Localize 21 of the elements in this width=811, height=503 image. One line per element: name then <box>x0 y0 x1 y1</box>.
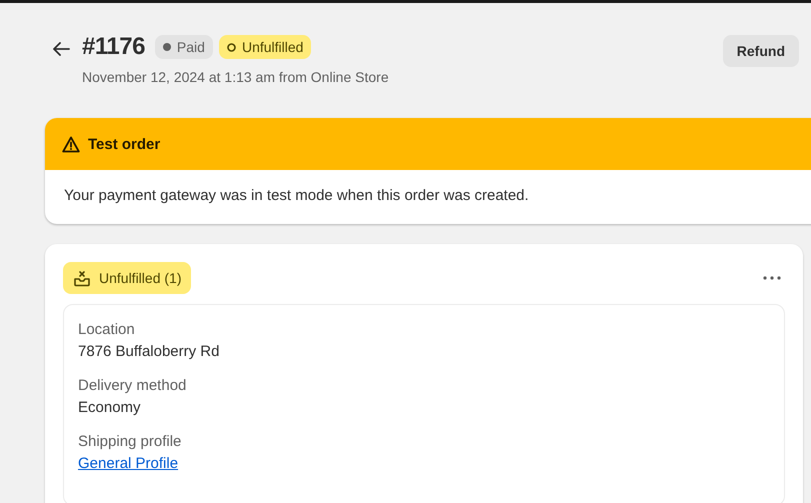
status-badge: Unfulfilled <box>218 35 312 59</box>
field-label: Delivery method <box>78 377 188 394</box>
field-value: Economy <box>78 399 141 416</box>
order-number: #1176 <box>82 33 145 61</box>
field-label: Location <box>78 321 136 338</box>
back-button[interactable] <box>52 42 70 56</box>
banner-title: Test order <box>88 136 160 152</box>
status-badge: Paid <box>154 35 213 59</box>
ring-icon <box>226 42 236 52</box>
order-date: November 12, 2024 at 1:13 am from Online Store <box>82 69 390 85</box>
back-arrow-icon <box>52 42 70 56</box>
field-value: 7876 Buffaloberry Rd <box>78 343 220 360</box>
dot-icon <box>162 43 171 51</box>
warning-icon <box>62 136 80 152</box>
field-label: Shipping profile <box>78 433 182 450</box>
more-icon <box>763 276 781 280</box>
refund-button[interactable]: Refund <box>722 35 799 67</box>
profile-link[interactable]: General Profile <box>78 455 178 472</box>
status-badge: Unfulfilled (1) <box>63 262 192 294</box>
banner-message: Your payment gateway was in test mode when this order was created. <box>63 186 530 206</box>
package-icon <box>73 270 91 286</box>
